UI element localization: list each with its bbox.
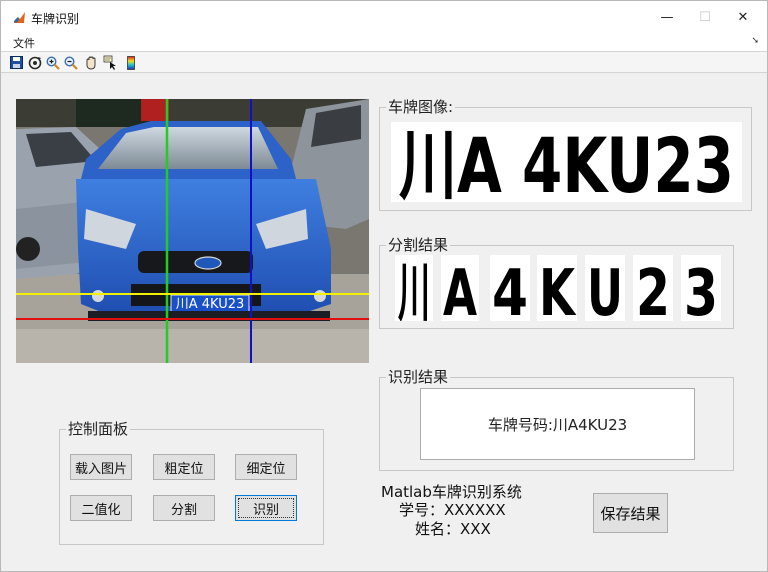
recognition-result-field: 车牌号码:川A4KU23 — [420, 388, 695, 460]
control-panel: 控制面板 — [59, 420, 324, 545]
menu-file[interactable]: 文件 — [13, 35, 35, 51]
car-photo: 川A 4KU23 — [16, 99, 369, 363]
segmentation-title: 分割结果 — [386, 236, 451, 254]
plate-image: 川A 4KU23 — [391, 122, 742, 202]
minimize-button[interactable]: — — [648, 1, 686, 33]
segment-char-2: A — [443, 257, 477, 321]
segmentation-image: 川 A 4 K U 2 3 — [395, 255, 721, 321]
fine-locate-button[interactable]: 细定位 — [235, 454, 297, 480]
plate-image-title: 车牌图像: — [386, 98, 456, 116]
menu-overflow-arrow-icon[interactable]: ➘ — [751, 36, 759, 46]
coarse-locate-button[interactable]: 粗定位 — [153, 454, 215, 480]
control-panel-title: 控制面板 — [66, 420, 131, 438]
toolbar — [1, 51, 767, 73]
segment-char-3: 4 — [492, 257, 528, 321]
segment-char-1: 川 — [398, 257, 430, 321]
recognize-button[interactable]: 识别 — [235, 495, 297, 521]
segment-button[interactable]: 分割 — [153, 495, 215, 521]
colorbar-icon[interactable] — [123, 55, 138, 70]
app-window: 车牌识别 — ☐ ✕ 文件 ➘ 川A 4KU23 车牌图像: 川A 4KU23 … — [0, 0, 768, 572]
binarize-button[interactable]: 二值化 — [70, 495, 132, 521]
close-button[interactable]: ✕ — [724, 1, 762, 33]
segment-char-6: 2 — [636, 257, 670, 321]
window-title: 车牌识别 — [31, 12, 80, 26]
student-id-label: 学号：XXXXXX — [399, 501, 506, 519]
matlab-logo-icon — [13, 11, 26, 24]
recognition-title: 识别结果 — [386, 368, 451, 386]
menu-bar: 文件 ➘ — [1, 33, 767, 51]
segment-char-7: 3 — [684, 257, 718, 321]
maximize-button[interactable]: ☐ — [686, 1, 724, 33]
plate-image-text: 川A 4KU23 — [399, 122, 734, 202]
student-name-label: 姓名：XXX — [415, 520, 491, 538]
data-cursor-icon[interactable] — [103, 55, 118, 70]
load-image-button[interactable]: 载入图片 — [70, 454, 132, 480]
save-icon[interactable] — [9, 55, 24, 70]
rotate-3d-icon[interactable] — [27, 55, 42, 70]
recognition-panel: 识别结果 车牌号码:川A4KU23 — [379, 368, 734, 471]
zoom-out-icon[interactable] — [63, 55, 78, 70]
save-result-button[interactable]: 保存结果 — [593, 493, 668, 533]
segment-char-4: K — [539, 257, 577, 321]
segmentation-panel: 分割结果 川 A 4 K U 2 3 — [379, 236, 734, 329]
pan-hand-icon[interactable] — [83, 55, 98, 70]
zoom-in-icon[interactable] — [45, 55, 60, 70]
plate-image-panel: 车牌图像: 川A 4KU23 — [379, 98, 752, 211]
segment-char-5: U — [587, 257, 623, 321]
title-bar: 车牌识别 — ☐ ✕ — [1, 1, 767, 33]
car-plate-label: 川A 4KU23 — [176, 297, 245, 312]
